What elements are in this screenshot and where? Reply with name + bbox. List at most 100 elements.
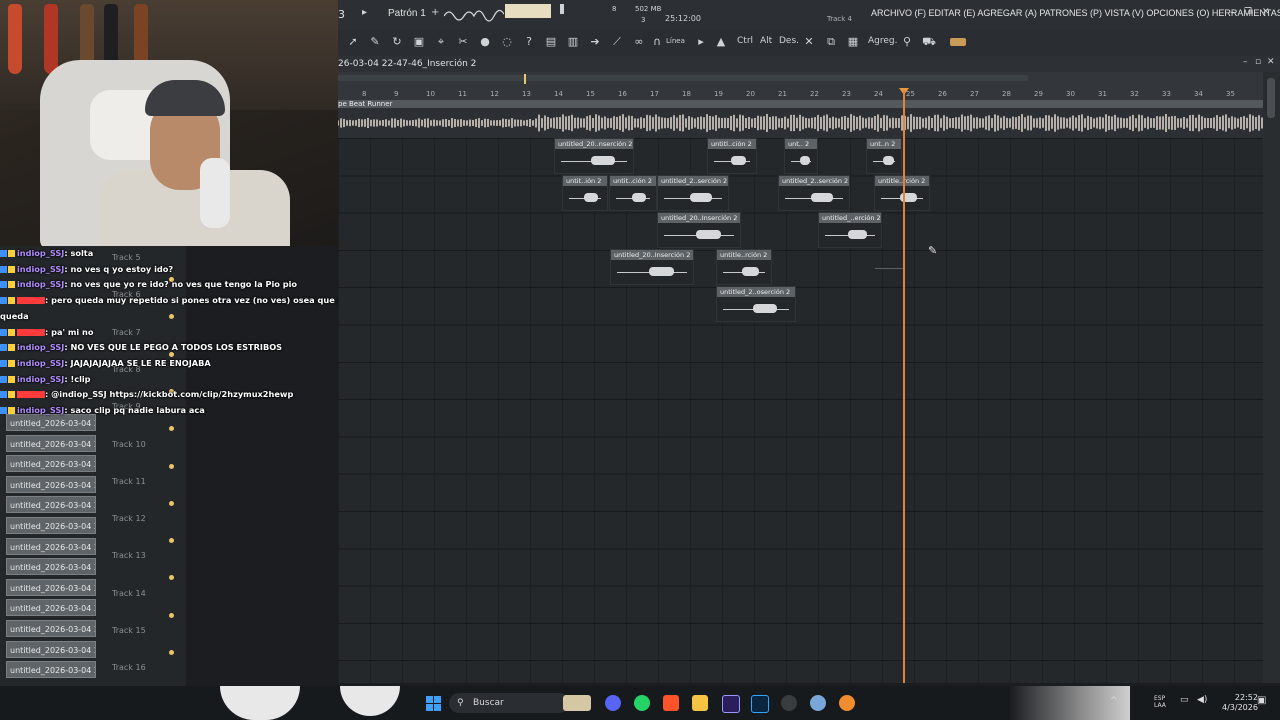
ctrl-button[interactable]: Ctrl <box>737 36 753 46</box>
close-icon[interactable]: ✕ <box>1267 57 1275 67</box>
chat-username[interactable]: indiop_SSJ <box>17 342 64 352</box>
restore-icon[interactable]: ❐ <box>1244 7 1252 17</box>
mic-icon[interactable]: ● <box>478 35 492 49</box>
language-indicator[interactable]: ESP LAA <box>1154 695 1168 709</box>
track-indicator[interactable] <box>169 650 174 655</box>
widgets-icon[interactable] <box>563 695 591 711</box>
snap-mode[interactable]: Línea <box>666 37 685 45</box>
brave-icon[interactable] <box>663 695 679 711</box>
settings-icon[interactable] <box>810 695 826 711</box>
volume-icon[interactable]: ◀) <box>1197 695 1207 705</box>
clock[interactable]: 22:52 4/3/2026 <box>1222 693 1258 713</box>
audio-clip[interactable]: unt.. 2 <box>784 138 818 174</box>
track-clip[interactable]: untitled_2026-03-04 22-.. <box>6 434 96 452</box>
dropdown-icon[interactable]: ▸ <box>694 35 708 49</box>
browser-icon[interactable]: ▤ <box>544 35 558 49</box>
playhead[interactable] <box>903 90 905 683</box>
track-indicator[interactable] <box>169 575 174 581</box>
chat-icon[interactable]: ◌ <box>500 35 514 49</box>
discord-icon[interactable] <box>605 695 621 711</box>
audio-clip[interactable]: untitled_2..serción 2 <box>778 175 850 211</box>
close-icon[interactable]: ✕ <box>1262 7 1270 17</box>
obs-icon[interactable] <box>781 695 797 711</box>
chevron-up-icon[interactable]: ^ <box>1110 696 1118 706</box>
audio-clip[interactable]: untitle..rción 2 <box>716 249 772 285</box>
playlist-grid[interactable]: untitled_20..nserción 2 untitl..ción 2 unt… <box>338 138 1263 683</box>
vertical-scrollbar[interactable] <box>1263 72 1280 683</box>
whatsapp-icon[interactable] <box>634 695 650 711</box>
hat-icon[interactable]: ▲ <box>714 35 728 49</box>
brush-icon[interactable]: ⟋ <box>610 35 624 49</box>
chat-username[interactable]: indiop_SSJ <box>17 374 64 384</box>
track-clip[interactable]: untitled_2026-03-04 22-.. <box>6 537 96 555</box>
track-clip[interactable]: untitled_2026-03-04 22-.. <box>6 455 96 473</box>
track-clip[interactable]: untitled_2026-03-04 22-.. <box>6 661 96 679</box>
add-pattern-button[interactable]: + <box>431 7 439 18</box>
minimize-icon[interactable]: – <box>1230 7 1235 18</box>
folder-icon[interactable] <box>692 695 708 711</box>
help-icon[interactable]: ? <box>522 35 536 49</box>
time-scrollbar[interactable] <box>338 75 1028 81</box>
undo-button[interactable]: Des. <box>779 36 799 46</box>
photoshop-icon[interactable] <box>751 695 769 713</box>
scroll-marker[interactable] <box>524 74 526 84</box>
track-name[interactable]: Track 11 <box>112 477 146 486</box>
piano-icon[interactable]: ▥ <box>566 35 580 49</box>
audio-clip[interactable]: untit..ción 2 <box>609 175 657 211</box>
audio-clip[interactable]: untitled_20..Inserción 2 <box>657 212 741 248</box>
main-menu[interactable]: ARCHIVO (F) EDITAR (E) AGREGAR (A) PATRO… <box>871 8 1280 18</box>
track-indicator[interactable] <box>169 500 174 506</box>
timeline-ruler[interactable]: 8 9 10 11 12 13 14 15 16 17 18 19 20 21 22 23 24 25 26 27 28… <box>338 72 1263 100</box>
tuner-icon[interactable]: ⚲ <box>900 35 914 49</box>
pointer-icon[interactable]: ➚ <box>346 35 360 49</box>
track-indicator[interactable] <box>169 463 174 469</box>
paint-icon[interactable]: ✎ <box>368 35 382 49</box>
track-clip[interactable]: untitled_2026-03-04 22-.. <box>6 496 96 514</box>
slice-icon[interactable]: ✂ <box>456 35 470 49</box>
track-clip[interactable]: untitled_2026-03-04 22-.. <box>6 558 96 576</box>
track-indicator[interactable] <box>169 538 174 544</box>
notification-icon[interactable]: ▣ <box>1257 695 1266 706</box>
chat-username[interactable]: indiop_SSJ <box>17 264 64 274</box>
arrow-right-icon[interactable]: ➔ <box>588 35 602 49</box>
audio-clip[interactable]: untitled_..erción 2 <box>818 212 882 248</box>
cut-icon[interactable]: ✕ <box>802 35 816 49</box>
chat-username[interactable]: indiop_SSJ <box>17 358 64 368</box>
track-name[interactable]: Track 14 <box>112 589 146 598</box>
track-name[interactable]: Track 10 <box>112 440 146 449</box>
audio-clip[interactable]: untit..ión 2 <box>562 175 608 211</box>
track-clip[interactable]: untitled_2026-03-04 22-.. <box>6 640 96 658</box>
chat-username[interactable]: indiop_SSJ <box>17 279 64 289</box>
pattern-selector[interactable]: Patrón 1 <box>388 8 426 19</box>
track-clip[interactable]: untitled_2026-03-04 22-.. <box>6 475 96 493</box>
track-clip[interactable]: untitled_2026-03-04 22-.. <box>6 620 96 637</box>
audio-clip[interactable]: untitled_2..serción 2 <box>657 175 729 211</box>
track-name[interactable]: Track 15 <box>112 626 146 635</box>
chat-username[interactable]: indiop_SSJ <box>17 248 64 258</box>
audio-clip[interactable]: untitled_2..oserción 2 <box>716 286 796 322</box>
track-name[interactable]: Track 13 <box>112 551 146 560</box>
track-indicator[interactable] <box>169 612 174 618</box>
audio-clip[interactable]: untitled_20..Inserción 2 <box>610 249 694 285</box>
track-indicator[interactable] <box>169 426 174 432</box>
premiere-icon[interactable] <box>722 695 740 713</box>
paste-icon[interactable]: ▦ <box>846 35 860 49</box>
cart-icon[interactable]: ⛟ <box>922 35 936 49</box>
track-clip[interactable]: untitled_2026-03-04 22-.. <box>6 599 96 617</box>
alt-button[interactable]: Alt <box>760 36 772 46</box>
fl-studio-icon[interactable] <box>839 695 855 711</box>
windows-start-icon[interactable] <box>426 696 441 711</box>
network-icon[interactable]: ▭ <box>1180 695 1189 705</box>
track-name[interactable]: Track 16 <box>112 663 146 672</box>
play-arrow-icon[interactable]: ▸ <box>362 7 367 18</box>
audio-clip[interactable]: untitled_20..nserción 2 <box>554 138 634 174</box>
magnet-icon[interactable]: ∩ <box>650 35 664 49</box>
link-icon[interactable]: ∞ <box>632 35 646 49</box>
chat-username[interactable]: indiop_SSJ <box>17 405 64 415</box>
tempo-slider[interactable] <box>560 4 564 14</box>
tag-icon[interactable] <box>950 38 966 46</box>
audio-clip[interactable]: untitle..rción 2 <box>874 175 930 211</box>
save-icon[interactable]: ▣ <box>412 35 426 49</box>
track-clip[interactable]: untitled_2026-03-04 22-.. <box>6 517 96 534</box>
taskbar-search[interactable]: ⚲ Buscar <box>449 693 569 713</box>
